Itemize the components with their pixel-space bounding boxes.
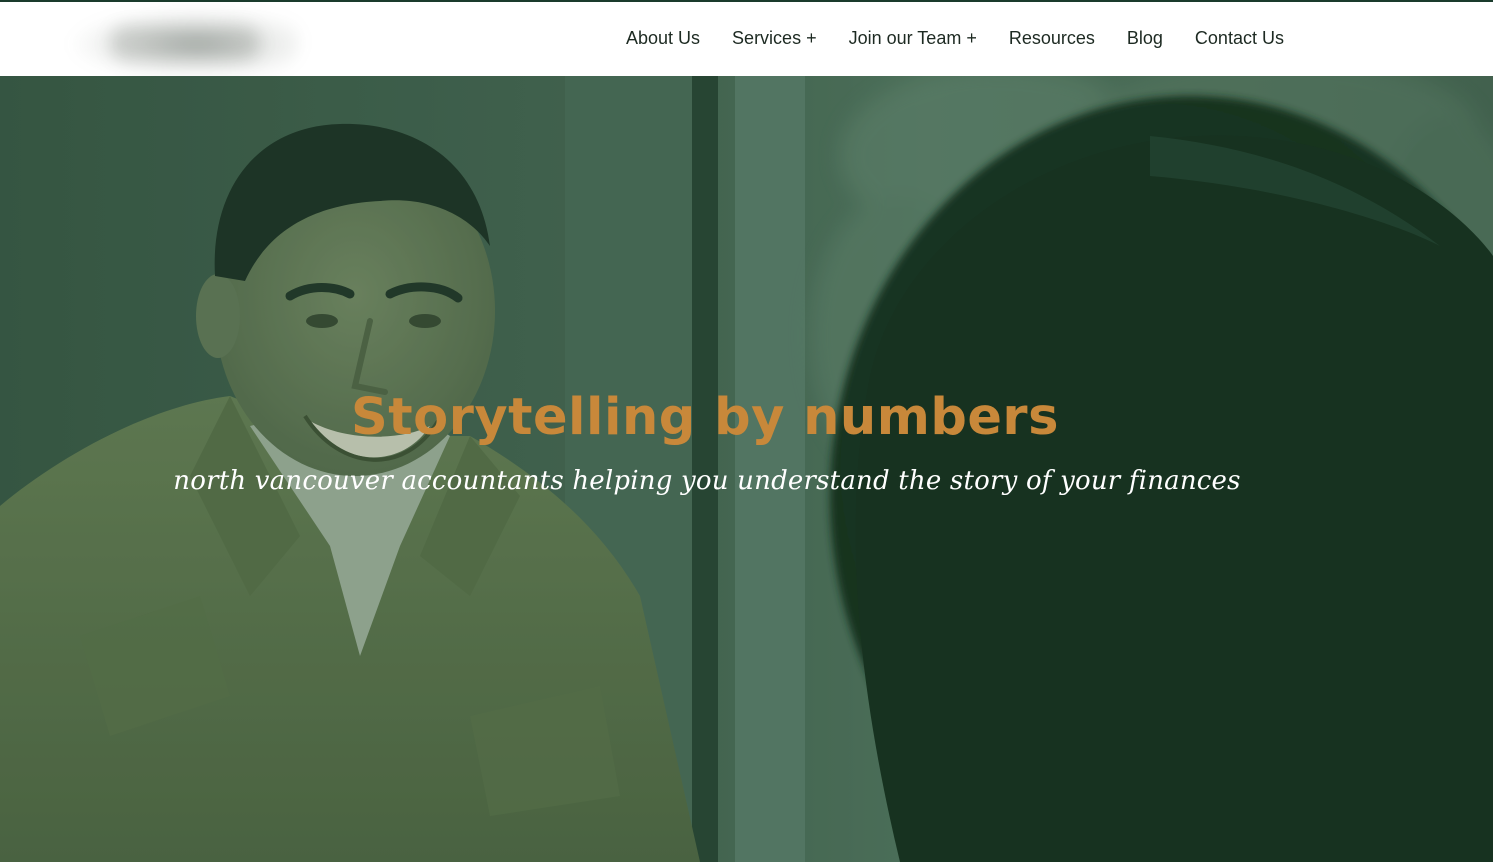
- nav-blog-label: Blog: [1126, 28, 1163, 48]
- plus-icon[interactable]: +: [806, 29, 817, 47]
- nav-contact-us-label: Contact Us: [1194, 28, 1284, 48]
- plus-icon[interactable]: +: [966, 29, 977, 47]
- nav-services-label: Services: [732, 28, 802, 48]
- logo-blurred-mark: [110, 26, 260, 60]
- hero-title: Storytelling by numbers: [351, 388, 1059, 447]
- main-navigation: About Us Services + Join our Team + Reso…: [626, 2, 1284, 78]
- site-header: About Us Services + Join our Team + Reso…: [0, 0, 1493, 76]
- nav-about-us[interactable]: About Us: [626, 29, 700, 51]
- nav-resources-label: Resources: [1008, 28, 1095, 48]
- nav-join-our-team-label: Join our Team: [848, 28, 962, 48]
- hero-section: Storytelling by numbers north vancouver …: [0, 76, 1493, 862]
- nav-about-us-label: About Us: [626, 28, 701, 48]
- nav-services[interactable]: Services +: [732, 29, 817, 51]
- hero-subtitle: north vancouver accountants helping you …: [173, 466, 1241, 496]
- nav-join-our-team[interactable]: Join our Team +: [849, 29, 977, 51]
- site-logo[interactable]: [70, 8, 300, 74]
- nav-contact-us[interactable]: Contact Us: [1195, 29, 1284, 51]
- nav-blog[interactable]: Blog: [1127, 29, 1163, 51]
- nav-resources[interactable]: Resources: [1009, 29, 1095, 51]
